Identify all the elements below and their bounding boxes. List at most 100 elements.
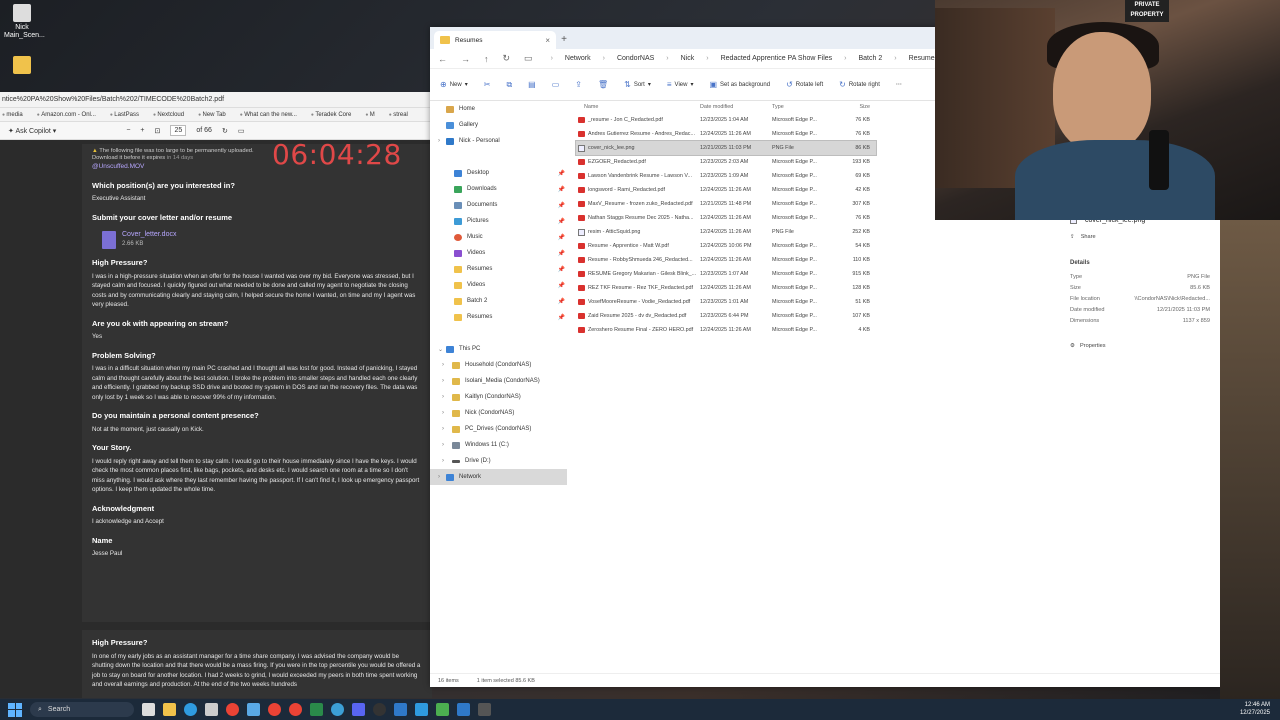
delete-button[interactable]: 🗑	[598, 80, 608, 89]
task-view-icon[interactable]	[142, 703, 155, 716]
nav-quick-item[interactable]: Videos 📌	[430, 245, 567, 261]
obs-icon[interactable]	[373, 703, 386, 716]
more-options-button[interactable]: ⋯	[896, 81, 902, 88]
nav-drive[interactable]: › PC_Drives (CondorNAS)	[430, 421, 567, 437]
file-row[interactable]: EZGOER_Redacted.pdf 12/23/2025 2:03 AM Mic…	[576, 155, 876, 169]
breadcrumb-item[interactable]: CondorNAS	[617, 55, 654, 62]
zoom-in-icon[interactable]: +	[140, 127, 144, 134]
zoom-out-icon[interactable]: −	[126, 127, 130, 134]
copy-button[interactable]: ⧉	[506, 80, 512, 90]
discord-icon[interactable]	[352, 703, 365, 716]
nav-quick-item[interactable]: Music 📌	[430, 229, 567, 245]
file-row[interactable]: longsword - Rami_Redacted.pdf 12/24/2025 …	[576, 183, 876, 197]
copilot-button[interactable]: ✦ Ask Copilot ▾	[8, 127, 56, 135]
breadcrumb-item[interactable]: Resumes	[909, 55, 939, 62]
file-row[interactable]: Resume - Apprentice - Matt W.pdf 12/24/20…	[576, 239, 876, 253]
new-tab-button[interactable]: +	[556, 31, 572, 49]
file-row[interactable]: Zaid Resume 2025 - dv dv_Redacted.pdf 12/…	[576, 309, 876, 323]
nav-quick-item[interactable]: Pictures 📌	[430, 213, 567, 229]
nav-drive[interactable]: › Isolani_Media (CondorNAS)	[430, 373, 567, 389]
pdf-viewport[interactable]: ▲ The following file was too large to be…	[0, 140, 432, 698]
file-row[interactable]: Nathan Staggs Resume Dec 2025 - Natha...…	[576, 211, 876, 225]
bookmark[interactable]: What can the new...	[240, 108, 297, 121]
paste-button[interactable]: ▤	[528, 80, 536, 89]
file-row[interactable]: MaxV_Resume - frozen zuko_Redacted.pdf 12…	[576, 197, 876, 211]
app-icon[interactable]	[436, 703, 449, 716]
app-icon[interactable]	[247, 703, 260, 716]
address-bar[interactable]: ntice%20PA%20Show%20Files/Batch%202/TIME…	[0, 92, 432, 108]
back-arrow-icon[interactable]: ←	[438, 54, 447, 64]
rotate-icon[interactable]: ↻	[222, 127, 228, 135]
column-header-size[interactable]: Size	[834, 104, 872, 110]
rename-button[interactable]: ▭	[552, 80, 560, 89]
two-page-icon[interactable]: ▭	[238, 127, 245, 135]
nav-quick-item[interactable]: Videos 📌	[430, 277, 567, 293]
breadcrumb-item[interactable]: Nick	[681, 55, 695, 62]
chrome-profile-icon[interactable]	[289, 703, 302, 716]
attachment-name[interactable]: Cover_letter.docx	[122, 230, 176, 240]
page-number-input[interactable]: 25	[170, 125, 187, 136]
bookmark[interactable]: M	[365, 108, 375, 121]
file-row[interactable]: VosefMooreResume - Vodie_Redacted.pdf 12/…	[576, 295, 876, 309]
file-row[interactable]: Zeroshero Resume Final - ZERO HERO.pdf 12…	[576, 323, 876, 337]
nav-quick-item[interactable]: Batch 2 📌	[430, 293, 567, 309]
media-player-icon[interactable]	[478, 703, 491, 716]
attachment[interactable]: Cover_letter.docx 2.66 KB	[102, 230, 422, 249]
nav-quick-item[interactable]: Downloads 📌	[430, 181, 567, 197]
desktop-folder[interactable]	[4, 56, 40, 76]
nav-network[interactable]: › Network	[430, 469, 567, 485]
nav-drive[interactable]: › Drive (D:)	[430, 453, 567, 469]
column-header-name[interactable]: Name	[576, 104, 700, 110]
nav-home[interactable]: Home	[430, 101, 567, 117]
new-button[interactable]: ⊕ New ▾	[440, 80, 468, 89]
breadcrumb-item[interactable]: Redacted Apprentice PA Show Files	[721, 55, 833, 62]
nav-onedrive[interactable]: › Nick - Personal	[430, 133, 567, 149]
file-row[interactable]: Andres Gutierrez Resume - Andres_Redac..…	[576, 127, 876, 141]
system-clock[interactable]: 12:46 AM 12/27/2025	[1240, 701, 1270, 717]
details-share-button[interactable]: ⇪ Share	[1070, 234, 1220, 240]
bookmark[interactable]: Teradek Core	[311, 108, 351, 121]
file-row[interactable]: REZ TKF Resume - Rez TKF_Redacted.pdf 12/…	[576, 281, 876, 295]
bookmark[interactable]: media	[2, 108, 22, 121]
explorer-tab[interactable]: Resumes ×	[434, 31, 556, 49]
nav-drive[interactable]: › Nick (CondorNAS)	[430, 405, 567, 421]
nav-quick-item[interactable]: Resumes 📌	[430, 309, 567, 325]
bookmark[interactable]: Amazon.com - Onl...	[37, 108, 96, 121]
rotate-left-button[interactable]: ↺ Rotate left	[786, 80, 823, 89]
set-background-button[interactable]: ▣ Set as background	[709, 80, 770, 89]
edge-icon[interactable]	[184, 703, 197, 716]
app-icon[interactable]	[457, 703, 470, 716]
up-arrow-icon[interactable]: ↑	[484, 54, 489, 64]
properties-button[interactable]: ⚙ Properties	[1070, 343, 1220, 349]
nav-quick-item[interactable]: Resumes 📌	[430, 261, 567, 277]
store-icon[interactable]	[205, 703, 218, 716]
nav-drive[interactable]: › Household (CondorNAS)	[430, 357, 567, 373]
file-row[interactable]: resim - AtticSquid.png 12/24/2025 11:26 A…	[576, 225, 876, 239]
taskbar-search[interactable]: ⌕ Search	[30, 702, 134, 717]
file-row[interactable]: RESUME Gregory Makarian - Gilesk Blink_.…	[576, 267, 876, 281]
file-row[interactable]: Resume - RobbyShmueda 246_Redacted... 12/…	[576, 253, 876, 267]
chrome-profile-icon[interactable]	[268, 703, 281, 716]
close-tab-icon[interactable]: ×	[545, 36, 550, 45]
share-button[interactable]: ⇪	[575, 80, 582, 89]
file-row[interactable]: cover_nick_lee.png 12/21/2025 11:03 PM PNG…	[575, 140, 877, 156]
column-header-type[interactable]: Type	[772, 104, 834, 110]
fit-page-icon[interactable]: ⊡	[155, 127, 161, 135]
nav-drive[interactable]: › Windows 11 (C:)	[430, 437, 567, 453]
breadcrumb-item[interactable]: Batch 2	[859, 55, 883, 62]
bookmark[interactable]: Nextcloud	[153, 108, 184, 121]
column-header-date[interactable]: Date modified	[700, 104, 772, 110]
file-row[interactable]: Lawson Vandenbrink Resume - Lawson V... 1…	[576, 169, 876, 183]
app-icon[interactable]	[415, 703, 428, 716]
nav-drive[interactable]: › Kaitlyn (CondorNAS)	[430, 389, 567, 405]
bookmark[interactable]: New Tab	[198, 108, 226, 121]
nav-quick-item[interactable]: Desktop 📌	[430, 165, 567, 181]
cut-button[interactable]: ✂	[484, 80, 491, 89]
start-button[interactable]	[8, 702, 22, 717]
forward-arrow-icon[interactable]: →	[461, 54, 470, 64]
rotate-right-button[interactable]: ↻ Rotate right	[839, 80, 880, 89]
app-icon[interactable]	[331, 703, 344, 716]
breadcrumb-item[interactable]: Network	[565, 55, 591, 62]
file-row[interactable]: _resume - Jon C_Redacted.pdf 12/23/2025 1…	[576, 113, 876, 127]
bookmark[interactable]: streal	[389, 108, 408, 121]
